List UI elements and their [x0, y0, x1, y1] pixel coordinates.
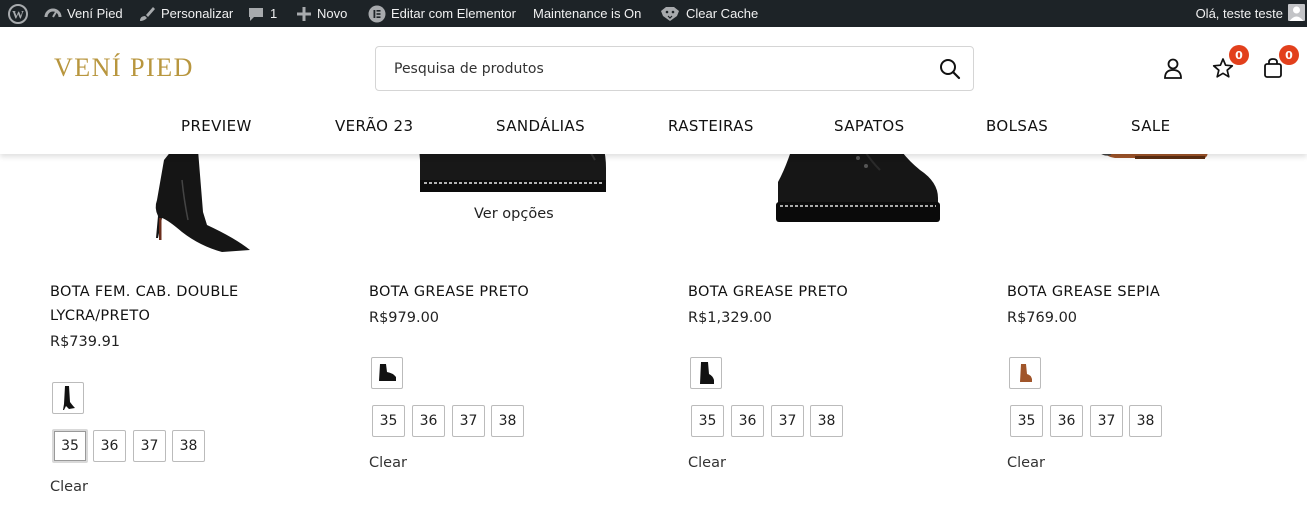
nav-item-sale[interactable]: SALE — [1131, 117, 1171, 135]
size-option-37[interactable]: 37 — [133, 430, 166, 462]
size-option-36[interactable]: 36 — [1050, 405, 1083, 437]
edit-elementor-label: Editar com Elementor — [391, 6, 516, 21]
color-swatch-black[interactable] — [690, 357, 722, 389]
clear-selection-link[interactable]: Clear — [50, 479, 88, 495]
clear-selection-link[interactable]: Clear — [1007, 455, 1045, 471]
wordpress-logo-menu[interactable]: W — [8, 0, 28, 27]
search-bar — [375, 46, 974, 91]
svg-text:W: W — [12, 7, 24, 21]
nav-item-sapatos[interactable]: SAPATOS — [834, 117, 905, 135]
nav-item-verao-23[interactable]: VERÃO 23 — [335, 117, 413, 135]
size-option-38[interactable]: 38 — [172, 430, 205, 462]
product-title[interactable]: BOTA GREASE PRETO — [369, 280, 629, 304]
maintenance-status-link[interactable]: Maintenance is On — [533, 0, 641, 27]
clear-selection-link[interactable]: Clear — [369, 455, 407, 471]
size-option-37[interactable]: 37 — [452, 405, 485, 437]
clear-cache-link[interactable]: Clear Cache — [659, 0, 758, 27]
size-option-37[interactable]: 37 — [1090, 405, 1123, 437]
size-option-38[interactable]: 38 — [491, 405, 524, 437]
admin-bar: W Vení Pied Personalizar 1 Novo Editar c… — [0, 0, 1307, 27]
new-label: Novo — [317, 6, 348, 21]
color-swatch-black[interactable] — [52, 382, 84, 414]
product-title-line: BOTA GREASE PRETO — [369, 284, 530, 300]
product-price: R$1,329.00 — [688, 310, 772, 326]
site-logo[interactable]: VENÍ PIED — [54, 53, 194, 83]
cache-cheetah-icon — [659, 5, 681, 23]
nav-item-rasteiras[interactable]: RASTEIRAS — [668, 117, 754, 135]
product-title-line: BOTA GREASE PRETO — [688, 284, 849, 300]
color-swatch-black[interactable] — [371, 357, 403, 389]
account-button[interactable] — [1160, 55, 1186, 81]
product-price: R$739.91 — [50, 334, 121, 350]
size-option-35[interactable]: 35 — [52, 429, 88, 463]
view-options-overlay[interactable]: Ver opções — [474, 206, 554, 222]
product-title[interactable]: BOTA GREASE SEPIA — [1007, 280, 1267, 304]
home-gauge-icon — [44, 5, 62, 23]
search-input[interactable] — [376, 47, 927, 90]
size-option-38[interactable]: 38 — [1129, 405, 1162, 437]
product-title[interactable]: BOTA FEM. CAB. DOUBLE LYCRA/PRETO — [50, 280, 310, 328]
size-option-38[interactable]: 38 — [810, 405, 843, 437]
size-option-35[interactable]: 35 — [691, 405, 724, 437]
maintenance-label: Maintenance is On — [533, 6, 642, 21]
clear-cache-label: Clear Cache — [686, 6, 759, 21]
avatar[interactable] — [1288, 4, 1305, 21]
elementor-icon — [368, 5, 386, 23]
edit-elementor-link[interactable]: Editar com Elementor — [368, 0, 516, 27]
nav-item-sandalias[interactable]: SANDÁLIAS — [496, 117, 585, 135]
user-icon — [1164, 58, 1182, 79]
product-title-line: BOTA FEM. CAB. DOUBLE — [50, 284, 239, 300]
customize-link[interactable]: Personalizar — [138, 0, 233, 27]
cart-count-badge: 0 — [1279, 45, 1299, 65]
product-price: R$769.00 — [1007, 310, 1078, 326]
comment-bubble-icon — [247, 5, 265, 23]
cart-button[interactable]: 0 — [1260, 45, 1299, 81]
product-title-line: LYCRA/PRETO — [50, 308, 151, 324]
site-name-label: Vení Pied — [67, 6, 123, 21]
my-account-menu[interactable]: Olá, teste teste — [1196, 0, 1283, 27]
color-swatch-sepia[interactable] — [1009, 357, 1041, 389]
search-button[interactable] — [927, 47, 973, 90]
wordpress-icon: W — [8, 3, 28, 24]
search-icon — [940, 58, 961, 79]
customize-label: Personalizar — [161, 6, 234, 21]
size-option-36[interactable]: 36 — [412, 405, 445, 437]
size-option-37[interactable]: 37 — [771, 405, 804, 437]
comments-count: 1 — [270, 6, 278, 21]
main-nav: PREVIEW VERÃO 23 SANDÁLIAS RASTEIRAS SAP… — [0, 117, 1307, 141]
product-title-line: BOTA GREASE SEPIA — [1007, 284, 1161, 300]
nav-item-bolsas[interactable]: BOLSAS — [986, 117, 1048, 135]
product-price: R$979.00 — [369, 310, 440, 326]
clear-selection-link[interactable]: Clear — [688, 455, 726, 471]
site-name-menu[interactable]: Vení Pied — [44, 0, 123, 27]
size-option-35[interactable]: 35 — [372, 405, 405, 437]
wishlist-button[interactable]: 0 — [1210, 45, 1249, 81]
product-title[interactable]: BOTA GREASE PRETO — [688, 280, 948, 304]
wishlist-count-badge: 0 — [1229, 45, 1249, 65]
brush-icon — [138, 5, 156, 23]
size-option-36[interactable]: 36 — [93, 430, 126, 462]
comments-link[interactable]: 1 — [247, 0, 277, 27]
plus-icon — [296, 6, 312, 22]
greeting-label: Olá, teste teste — [1195, 6, 1283, 21]
nav-item-preview[interactable]: PREVIEW — [181, 117, 252, 135]
size-option-35[interactable]: 35 — [1010, 405, 1043, 437]
site-header: VENÍ PIED 0 0 PREVIEW VERÃO 23 SANDÁLIAS… — [0, 27, 1307, 154]
size-option-36[interactable]: 36 — [731, 405, 764, 437]
new-content-menu[interactable]: Novo — [296, 0, 347, 27]
